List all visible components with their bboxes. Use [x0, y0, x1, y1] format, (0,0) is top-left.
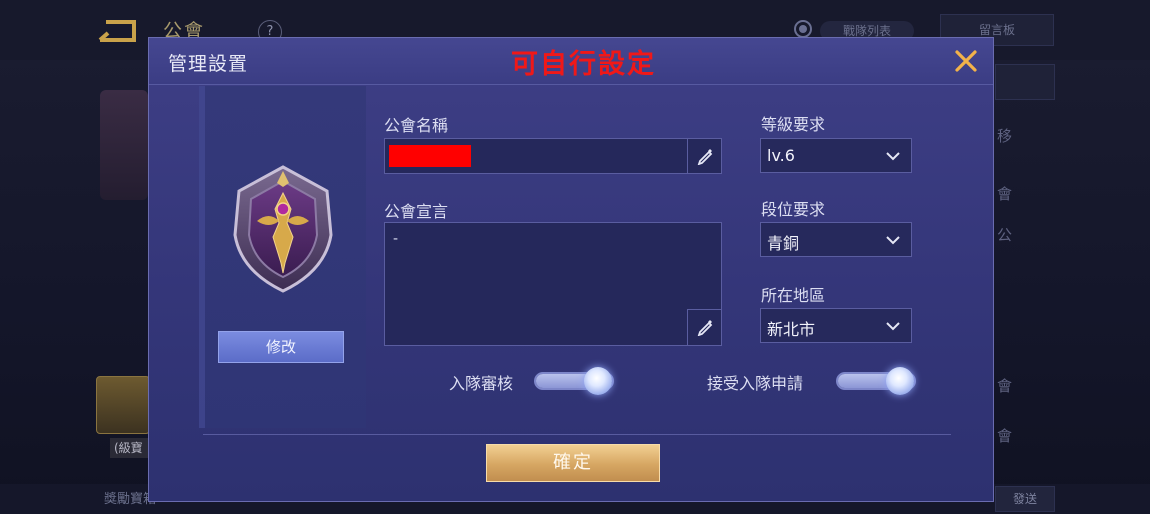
region-select[interactable]: 新北市 — [760, 308, 912, 343]
guild-name-field[interactable] — [384, 138, 722, 174]
screen: 公會 ? 戰隊列表 留言板 移 會 公 會 會 (級寶 獎勵寶箱 發送 管理設置… — [0, 0, 1150, 514]
pencil-icon — [697, 320, 713, 336]
region-label: 所在地區 — [761, 286, 826, 305]
background-side-label: 會 — [997, 427, 1013, 445]
back-arrow-icon[interactable] — [96, 18, 140, 44]
dialog-header: 管理設置 可自行設定 — [149, 38, 993, 85]
chevron-down-icon — [886, 322, 900, 331]
treasure-chest-icon[interactable] — [96, 376, 150, 434]
modify-emblem-button[interactable]: 修改 — [218, 331, 344, 363]
guild-name-redaction — [389, 145, 471, 167]
pencil-icon — [697, 149, 713, 165]
background-side-label: 移 — [997, 127, 1013, 145]
management-settings-dialog: 管理設置 可自行設定 修改 公會名稱 公會宣言 - 等級要求 lv.6 段位要求… — [148, 37, 994, 502]
annotation-text: 可自行設定 — [511, 49, 656, 80]
chevron-down-icon — [886, 152, 900, 161]
guild-name-label: 公會名稱 — [384, 116, 449, 135]
guild-emblem-icon — [233, 165, 333, 293]
guild-declaration-text: - — [393, 231, 399, 247]
accept-applications-label: 接受入隊申請 — [707, 374, 804, 393]
guild-declaration-label: 公會宣言 — [384, 202, 449, 221]
toggle-knob[interactable] — [584, 367, 612, 395]
background-side-label: 公 — [997, 226, 1013, 244]
edit-guild-name-button[interactable] — [687, 139, 721, 173]
region-value: 新北市 — [767, 320, 816, 339]
radio-icon[interactable] — [794, 20, 812, 38]
chevron-down-icon — [886, 236, 900, 245]
chest-label: (級寶 — [110, 438, 150, 458]
toggle-knob[interactable] — [886, 367, 914, 395]
confirm-button[interactable]: 確定 — [486, 444, 660, 482]
background-crest — [100, 90, 148, 200]
background-side-label: 會 — [997, 185, 1013, 203]
background-side-label: 會 — [997, 377, 1013, 395]
level-requirement-value: lv.6 — [767, 146, 795, 165]
rank-requirement-select[interactable]: 青銅 — [760, 222, 912, 257]
background-send-button[interactable]: 發送 — [995, 486, 1055, 512]
rank-requirement-label: 段位要求 — [761, 200, 826, 219]
edit-declaration-button[interactable] — [687, 309, 721, 345]
guild-declaration-field[interactable]: - — [384, 222, 722, 346]
join-review-toggle[interactable] — [534, 367, 614, 395]
dialog-divider — [203, 434, 951, 435]
level-requirement-label: 等級要求 — [761, 115, 826, 134]
accept-applications-toggle[interactable] — [836, 367, 916, 395]
join-review-label: 入隊審核 — [449, 374, 514, 393]
level-requirement-select[interactable]: lv.6 — [760, 138, 912, 173]
close-icon[interactable] — [951, 46, 981, 76]
emblem-panel-edge — [199, 86, 205, 428]
background-side-button[interactable] — [995, 64, 1055, 100]
rank-requirement-value: 青銅 — [767, 234, 800, 253]
dialog-title: 管理設置 — [168, 53, 249, 75]
